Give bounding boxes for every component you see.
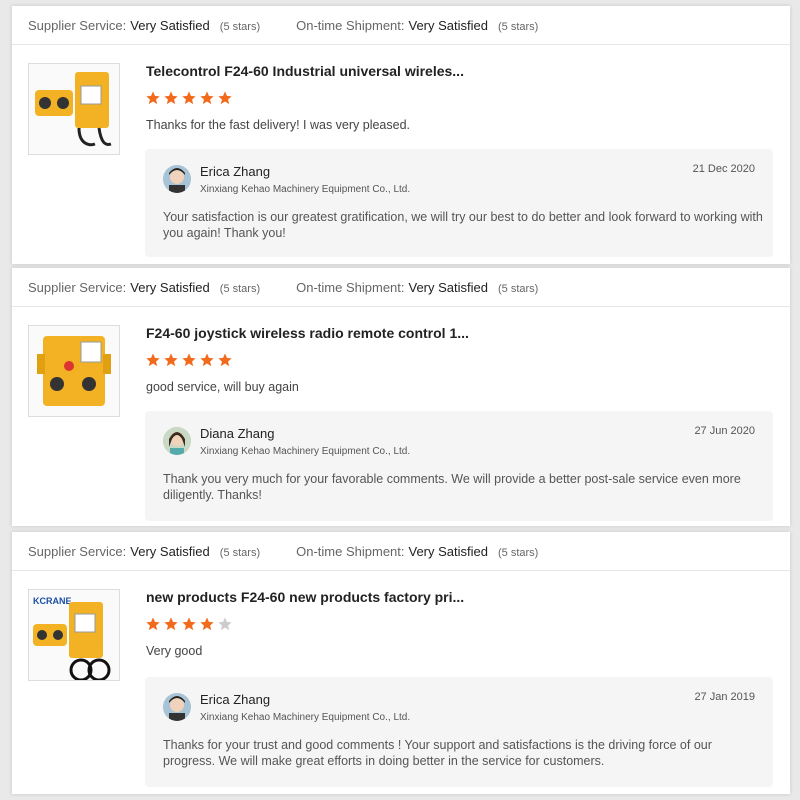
reply-company: Xinxiang Kehao Machinery Equipment Co., … bbox=[200, 184, 411, 195]
star-rating bbox=[145, 352, 235, 368]
reply-text: Your satisfaction is our greatest gratif… bbox=[163, 210, 763, 240]
star-filled-icon bbox=[163, 616, 179, 632]
reply-date: 21 Dec 2020 bbox=[692, 163, 755, 175]
product-title[interactable]: Telecontrol F24-60 Industrial universal … bbox=[146, 63, 464, 79]
supplier-reply: Diana Zhang Xinxiang Kehao Machinery Equ… bbox=[145, 411, 773, 521]
star-rating bbox=[145, 90, 235, 106]
reply-company: Xinxiang Kehao Machinery Equipment Co., … bbox=[200, 446, 411, 457]
product-title[interactable]: F24-60 joystick wireless radio remote co… bbox=[146, 325, 469, 341]
supplier-service-value: Very Satisfied bbox=[130, 543, 210, 559]
avatar bbox=[163, 427, 191, 455]
shipment-stars: (5 stars) bbox=[498, 546, 539, 559]
supplier-service-label: Supplier Service: bbox=[28, 543, 127, 559]
product-thumbnail[interactable] bbox=[28, 325, 120, 417]
star-filled-icon bbox=[181, 616, 197, 632]
reply-text: Thank you very much for your favorable c… bbox=[163, 472, 741, 502]
supplier-reply: Erica Zhang Xinxiang Kehao Machinery Equ… bbox=[145, 149, 773, 257]
rating-summary-bar: Supplier Service: Very Satisfied (5 stars)… bbox=[12, 532, 790, 571]
star-rating bbox=[145, 616, 235, 632]
product-thumbnail[interactable] bbox=[28, 63, 120, 155]
review-card: Supplier Service: Very Satisfied (5 stars)… bbox=[12, 6, 790, 264]
star-filled-icon bbox=[163, 352, 179, 368]
crane-logo: KCRANE bbox=[33, 596, 72, 606]
supplier-service-stars: (5 stars) bbox=[219, 20, 261, 33]
star-filled-icon bbox=[199, 352, 215, 368]
review-card: Supplier Service: Very Satisfied (5 stars)… bbox=[12, 268, 790, 526]
star-filled-icon bbox=[181, 90, 197, 106]
product-title[interactable]: new products F24-60 new products factory… bbox=[146, 589, 464, 605]
rating-summary-bar: Supplier Service: Very Satisfied (5 stars)… bbox=[12, 268, 790, 307]
star-filled-icon bbox=[199, 90, 215, 106]
shipment-label: On-time Shipment: bbox=[296, 279, 405, 295]
star-filled-icon bbox=[217, 352, 233, 368]
review-comment: good service, will buy again bbox=[146, 380, 299, 394]
shipment-stars: (5 stars) bbox=[498, 282, 539, 295]
reply-author: Erica Zhang bbox=[200, 164, 271, 179]
supplier-reply: Erica Zhang Xinxiang Kehao Machinery Equ… bbox=[145, 677, 773, 787]
shipment-label: On-time Shipment: bbox=[296, 17, 405, 33]
shipment-value: Very Satisfied bbox=[408, 17, 489, 33]
reply-text: Thanks for your trust and good comments … bbox=[163, 738, 712, 768]
star-filled-icon bbox=[145, 352, 161, 368]
reply-author: Erica Zhang bbox=[200, 692, 271, 707]
supplier-service-stars: (5 stars) bbox=[219, 546, 261, 559]
supplier-service-value: Very Satisfied bbox=[130, 17, 210, 33]
star-filled-icon bbox=[217, 90, 233, 106]
supplier-service-label: Supplier Service: bbox=[28, 279, 127, 295]
remote-control-image bbox=[35, 72, 112, 147]
shipment-stars: (5 stars) bbox=[498, 20, 539, 33]
reply-company: Xinxiang Kehao Machinery Equipment Co., … bbox=[200, 712, 411, 723]
avatar bbox=[163, 693, 191, 721]
product-thumbnail[interactable]: KCRANE bbox=[28, 589, 120, 681]
star-filled-icon bbox=[199, 616, 215, 632]
reply-author: Diana Zhang bbox=[200, 426, 275, 441]
shipment-value: Very Satisfied bbox=[408, 279, 489, 295]
review-card: Supplier Service: Very Satisfied (5 stars)… bbox=[12, 532, 790, 794]
star-filled-icon bbox=[145, 616, 161, 632]
star-filled-icon bbox=[181, 352, 197, 368]
star-empty-icon bbox=[217, 616, 233, 632]
avatar bbox=[163, 165, 191, 193]
reply-date: 27 Jun 2020 bbox=[694, 425, 755, 437]
reply-date: 27 Jan 2019 bbox=[694, 691, 755, 703]
supplier-service-stars: (5 stars) bbox=[219, 282, 261, 295]
review-comment: Very good bbox=[146, 644, 203, 658]
shipment-label: On-time Shipment: bbox=[296, 543, 405, 559]
star-filled-icon bbox=[163, 90, 179, 106]
shipment-value: Very Satisfied bbox=[408, 543, 489, 559]
star-filled-icon bbox=[145, 90, 161, 106]
rating-summary-bar: Supplier Service: Very Satisfied (5 stars)… bbox=[12, 6, 790, 45]
remote-control-image: KCRANE bbox=[33, 596, 111, 680]
supplier-service-label: Supplier Service: bbox=[28, 17, 127, 33]
review-comment: Thanks for the fast delivery! I was very… bbox=[146, 118, 411, 132]
supplier-service-value: Very Satisfied bbox=[130, 279, 210, 295]
remote-control-image bbox=[37, 336, 111, 406]
